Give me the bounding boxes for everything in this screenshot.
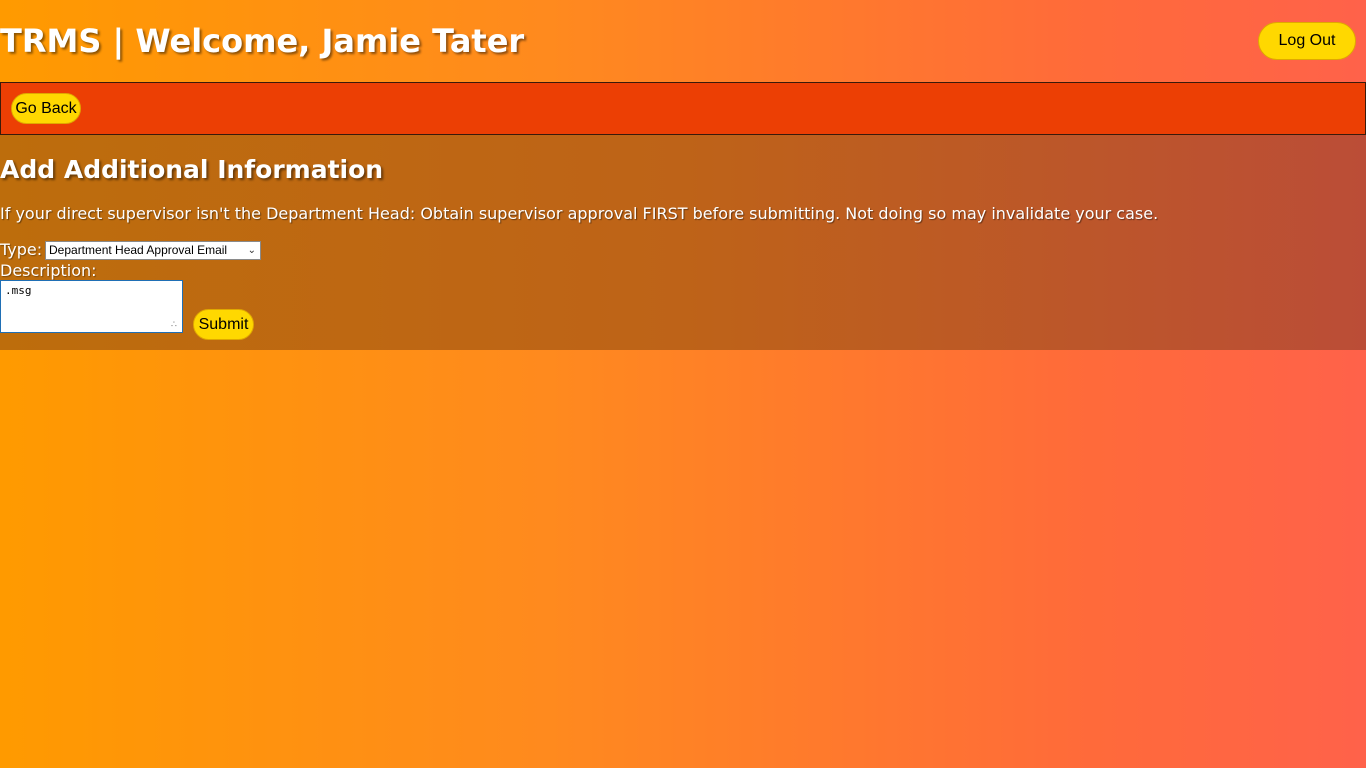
type-selected-value: Department Head Approval Email	[49, 243, 228, 257]
type-label: Type:	[0, 240, 43, 259]
page-header: TRMS | Welcome, Jamie Tater Log Out	[0, 0, 1366, 82]
go-back-button[interactable]: Go Back	[11, 93, 81, 124]
logout-button[interactable]: Log Out	[1258, 22, 1356, 60]
resize-grip-icon[interactable]: ∴	[171, 321, 177, 330]
description-textarea[interactable]: .msg	[0, 280, 183, 333]
supervisor-notice: If your direct supervisor isn't the Depa…	[0, 204, 1159, 223]
description-label: Description:	[0, 261, 97, 280]
additional-info-form: Add Additional Information If your direc…	[0, 135, 1366, 350]
type-select[interactable]: Department Head Approval Email ⌄	[45, 241, 261, 260]
section-title: Add Additional Information	[0, 155, 384, 184]
chevron-down-icon: ⌄	[247, 245, 256, 256]
submit-button[interactable]: Submit	[193, 309, 254, 340]
app-title: TRMS | Welcome, Jamie Tater	[0, 22, 525, 60]
nav-bar: Go Back	[0, 82, 1366, 135]
